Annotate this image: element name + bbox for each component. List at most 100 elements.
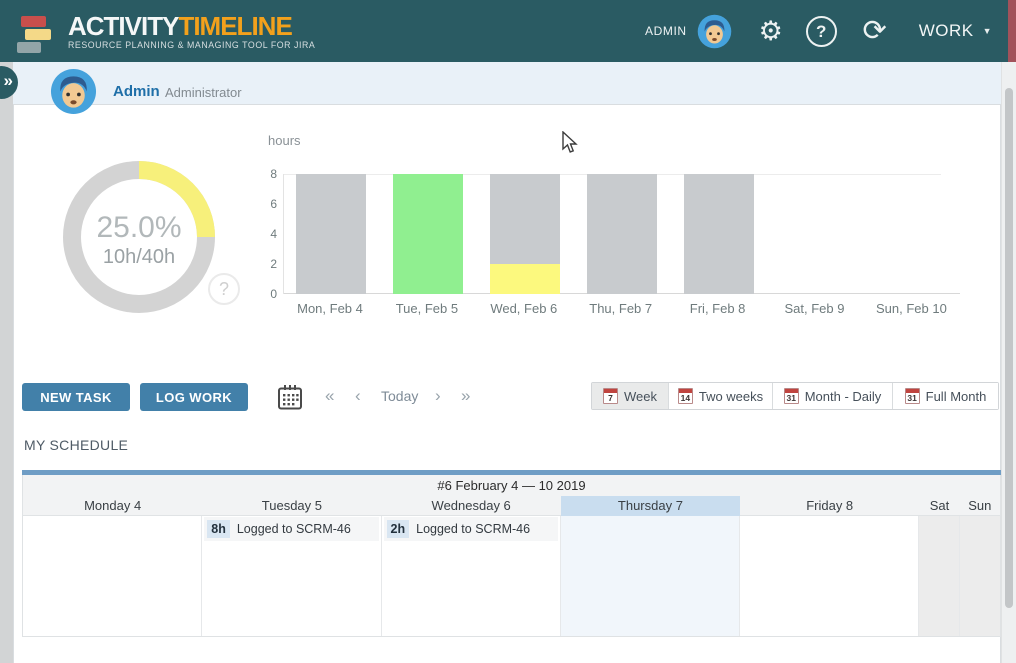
calendar-31-icon: 31: [905, 388, 920, 404]
schedule-body: 8h Logged to SCRM-46 2h Logged to SCRM-4…: [22, 516, 1001, 637]
logo-title-timeline: TIMELINE: [178, 11, 291, 41]
utilization-percent: 25.0%: [69, 211, 209, 245]
app-logo-icon: [16, 14, 62, 54]
donut-help-icon[interactable]: ?: [208, 273, 240, 305]
help-icon[interactable]: ?: [806, 16, 837, 47]
nav-last-button[interactable]: »: [461, 386, 470, 406]
worklog-hours-badge: 8h: [207, 520, 230, 538]
sidebar-expand-button[interactable]: »: [0, 66, 18, 99]
logo-bar-red: [21, 16, 46, 27]
x-axis-labels: Mon, Feb 4Tue, Feb 5Wed, Feb 6Thu, Feb 7…: [283, 301, 963, 317]
day-cell-wednesday[interactable]: 2h Logged to SCRM-46: [382, 516, 561, 636]
bar-segment: [490, 264, 560, 294]
x-tick-label: Mon, Feb 4: [282, 301, 378, 316]
nav-prev-button[interactable]: ‹: [355, 386, 361, 406]
y-tick-label: 8: [255, 167, 277, 181]
day-cell-saturday[interactable]: [919, 516, 959, 636]
worklog-text: Logged to SCRM-46: [237, 522, 351, 536]
user-avatar-large[interactable]: [50, 68, 97, 115]
new-task-button[interactable]: NEW TASK: [22, 383, 130, 411]
calendar-icon: [277, 384, 303, 410]
bar-plot: [283, 174, 960, 294]
refresh-icon[interactable]: ⟳: [857, 14, 893, 48]
header-accent-strip: [1008, 0, 1016, 62]
log-work-button[interactable]: LOG WORK: [140, 383, 248, 411]
y-tick-label: 0: [255, 287, 277, 301]
schedule-table: #6 February 4 — 10 2019 Monday 4 Tuesday…: [22, 470, 1001, 637]
chevron-right-icon: »: [4, 71, 13, 91]
nav-next-button[interactable]: ›: [435, 386, 441, 406]
day-cell-tuesday[interactable]: 8h Logged to SCRM-46: [202, 516, 381, 636]
view-two-weeks-label: Two weeks: [699, 389, 763, 404]
day-cell-friday[interactable]: [740, 516, 919, 636]
vertical-scrollbar: [1001, 62, 1016, 663]
nav-first-button[interactable]: «: [325, 386, 334, 406]
col-header-monday[interactable]: Monday 4: [23, 496, 202, 516]
y-tick-label: 2: [255, 257, 277, 271]
view-two-weeks-button[interactable]: 14 Two weeks: [668, 383, 772, 409]
scrollbar-thumb[interactable]: [1005, 88, 1013, 608]
schedule-week-title: #6 February 4 — 10 2019: [22, 475, 1001, 496]
work-menu-label: WORK: [919, 21, 974, 41]
app-logo-text: ACTIVITYTIMELINE RESOURCE PLANNING & MAN…: [68, 14, 315, 50]
admin-label: ADMIN: [645, 24, 687, 38]
col-header-sunday[interactable]: Sun: [960, 496, 1000, 516]
today-button[interactable]: Today: [381, 388, 418, 404]
view-full-month-label: Full Month: [926, 389, 987, 404]
user-role: Administrator: [165, 85, 242, 100]
my-schedule-heading: MY SCHEDULE: [24, 437, 128, 453]
view-month-daily-label: Month - Daily: [805, 389, 882, 404]
view-month-daily-button[interactable]: 31 Month - Daily: [772, 383, 892, 409]
bar-segment: [684, 174, 754, 294]
activitytimeline-app: ACTIVITYTIMELINE RESOURCE PLANNING & MAN…: [0, 0, 1016, 663]
x-tick-label: Sun, Feb 10: [863, 301, 959, 316]
day-cell-monday[interactable]: [23, 516, 202, 636]
col-header-tuesday[interactable]: Tuesday 5: [202, 496, 381, 516]
worklog-hours-badge: 2h: [387, 520, 410, 538]
logo-bar-gray: [17, 42, 41, 53]
bar-segment: [587, 174, 657, 294]
y-tick-label: 6: [255, 197, 277, 211]
col-header-friday[interactable]: Friday 8: [740, 496, 919, 516]
logo-subtitle: RESOURCE PLANNING & MANAGING TOOL FOR JI…: [68, 40, 315, 50]
worklog-entry-tuesday[interactable]: 8h Logged to SCRM-46: [204, 517, 378, 541]
view-week-label: Week: [624, 389, 657, 404]
x-tick-label: Thu, Feb 7: [573, 301, 669, 316]
x-tick-label: Fri, Feb 8: [670, 301, 766, 316]
view-switcher: 7 Week 14 Two weeks 31 Month - Daily 31 …: [591, 382, 999, 410]
worklog-entry-wednesday[interactable]: 2h Logged to SCRM-46: [384, 517, 558, 541]
calendar-14-icon: 14: [678, 388, 693, 404]
day-cell-sunday[interactable]: [960, 516, 1000, 636]
work-menu[interactable]: WORK ▼: [919, 21, 992, 41]
mouse-cursor: [560, 131, 580, 155]
app-logo[interactable]: ACTIVITYTIMELINE RESOURCE PLANNING & MAN…: [16, 14, 315, 54]
y-axis-ticks: 02468: [255, 174, 277, 294]
col-header-wednesday[interactable]: Wednesday 6: [382, 496, 561, 516]
header-actions: ADMIN ⚙ ? ⟳ WORK ▼: [645, 0, 992, 62]
bar-segment: [393, 174, 463, 294]
bar-segment: [296, 174, 366, 294]
bar-segment: [490, 174, 560, 264]
schedule-header-row: Monday 4 Tuesday 5 Wednesday 6 Thursday …: [22, 496, 1001, 516]
app-header: ACTIVITYTIMELINE RESOURCE PLANNING & MAN…: [0, 0, 1016, 62]
x-tick-label: Wed, Feb 6: [476, 301, 572, 316]
view-full-month-button[interactable]: 31 Full Month: [892, 383, 998, 409]
day-cell-thursday[interactable]: [561, 516, 740, 636]
chevron-down-icon: ▼: [983, 26, 992, 36]
calendar-31-icon: 31: [784, 388, 799, 404]
y-tick-label: 4: [255, 227, 277, 241]
col-header-thursday[interactable]: Thursday 7: [561, 496, 740, 516]
view-week-button[interactable]: 7 Week: [592, 383, 668, 409]
col-header-saturday[interactable]: Sat: [919, 496, 959, 516]
logo-bar-yellow: [25, 29, 51, 40]
settings-gear-icon[interactable]: ⚙: [754, 14, 788, 48]
logo-title-activity: ACTIVITY: [68, 11, 178, 41]
x-tick-label: Tue, Feb 5: [379, 301, 475, 316]
worklog-text: Logged to SCRM-46: [416, 522, 530, 536]
chart-y-axis-title: hours: [268, 133, 301, 148]
calendar-picker-button[interactable]: [277, 384, 303, 410]
utilization-hours-ratio: 10h/40h: [69, 246, 209, 269]
user-avatar[interactable]: [697, 14, 732, 49]
user-name: Admin: [113, 83, 160, 100]
x-tick-label: Sat, Feb 9: [767, 301, 863, 316]
